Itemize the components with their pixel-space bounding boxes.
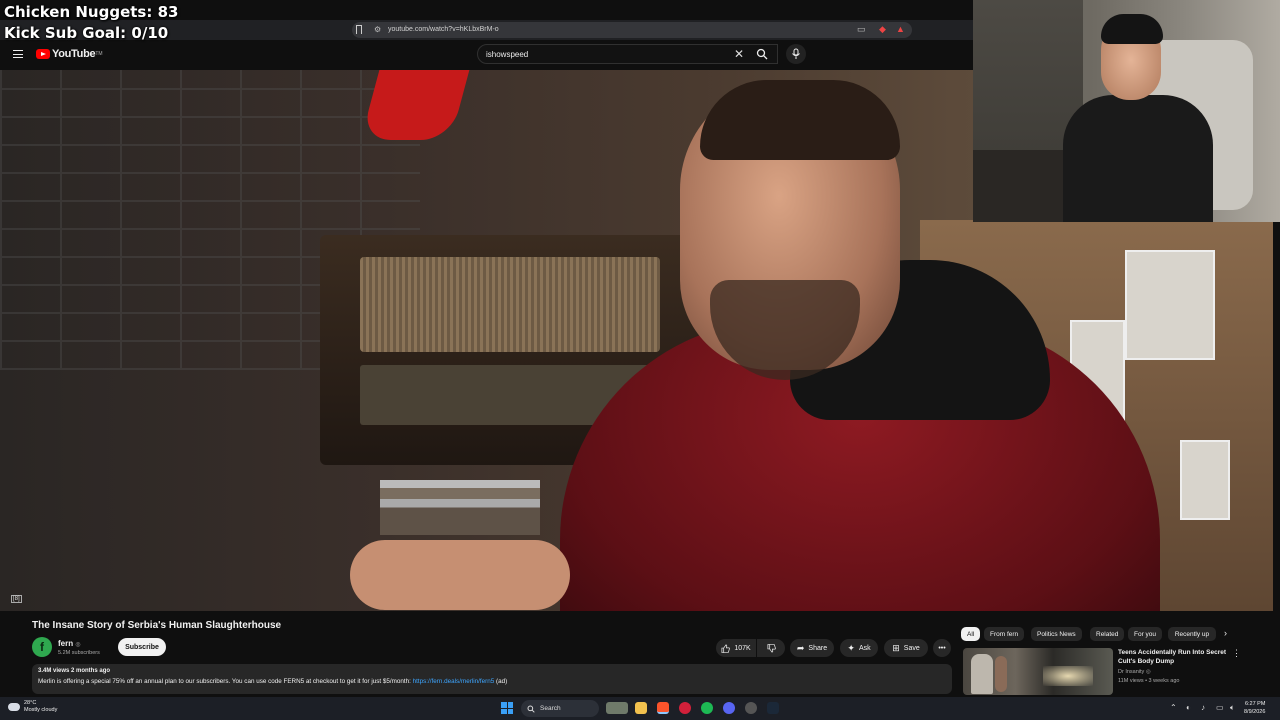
spotify-icon[interactable] xyxy=(701,702,713,714)
microphone-icon xyxy=(792,48,800,59)
video-title: The Insane Story of Serbia's Human Slaug… xyxy=(32,620,282,631)
clock-time: 6:27 PM xyxy=(1244,701,1266,707)
youtube-header: YouTube TM ishowspeed ✕ xyxy=(0,40,973,70)
dislike-button[interactable] xyxy=(757,639,785,657)
channel-name[interactable]: fern ◎ xyxy=(58,639,81,648)
search-button[interactable] xyxy=(748,44,776,64)
file-explorer-icon[interactable] xyxy=(635,702,647,714)
share-label: Share xyxy=(808,644,828,652)
network-icon[interactable]: ▭ xyxy=(1216,703,1224,712)
opera-icon[interactable] xyxy=(679,702,691,714)
stream-overlay: Chicken Nuggets: 83 Kick Sub Goal: 0/10 xyxy=(4,2,178,44)
description-box[interactable]: 3.4M views 2 months ago Merlin is offeri… xyxy=(32,664,952,694)
tray-app-icon[interactable]: ◐ xyxy=(1186,703,1191,712)
rewards-icon[interactable]: ▲ xyxy=(896,24,905,34)
address-bar[interactable]: ⚙ youtube.com/watch?v=hKLbxBrM-o xyxy=(352,22,912,38)
cast-icon[interactable]: ▭ xyxy=(857,24,866,35)
weather-widget[interactable]: 28°C Mostly cloudy xyxy=(8,700,57,714)
views-and-date: 3.4M views 2 months ago xyxy=(38,668,111,674)
site-settings-icon[interactable]: ⚙ xyxy=(374,25,381,34)
obs-icon[interactable] xyxy=(745,702,757,714)
recommendation-meta: 11M views • 3 weeks ago xyxy=(1118,678,1180,684)
kick-sub-goal: Kick Sub Goal: 0/10 xyxy=(4,24,169,42)
taskbar-search-label: Search xyxy=(540,705,561,712)
speaker-icon[interactable]: 🔈︎ xyxy=(1230,703,1235,713)
weather-temp: 28°C xyxy=(24,700,37,706)
youtube-play-icon xyxy=(36,49,50,59)
description-text: Merlin is offering a special 75% off an … xyxy=(38,678,507,685)
clear-search-icon[interactable]: ✕ xyxy=(734,47,744,61)
hamburger-menu-icon[interactable] xyxy=(13,50,23,58)
search-icon xyxy=(756,48,768,60)
chip-for-you[interactable]: For you xyxy=(1128,627,1163,641)
ask-label: Ask xyxy=(858,644,871,652)
tray-chevron-icon[interactable]: ⌃ xyxy=(1170,703,1177,712)
description-link[interactable]: https://fern.deals/merlin/fern5 xyxy=(413,678,495,685)
more-vertical-icon[interactable]: ⋮ xyxy=(1232,648,1241,659)
youtube-logo[interactable]: YouTube TM xyxy=(36,48,103,60)
video-frame-books xyxy=(380,480,540,535)
weather-desc: Mostly cloudy xyxy=(24,707,58,713)
ask-button[interactable]: ✦ Ask xyxy=(840,639,878,657)
url-text: youtube.com/watch?v=hKLbxBrM-o xyxy=(388,26,499,33)
channel-avatar[interactable]: f xyxy=(32,637,52,657)
search-icon xyxy=(527,705,535,713)
share-icon: ➦ xyxy=(796,642,805,653)
recommendation-thumbnail[interactable] xyxy=(963,648,1113,695)
video-frame-lamp xyxy=(360,70,470,140)
webcam-overlay xyxy=(973,0,1280,222)
video-badge: [8] xyxy=(11,595,22,603)
bookmark-icon[interactable] xyxy=(356,25,362,34)
windows-start-icon[interactable] xyxy=(501,702,513,714)
description-body: Merlin is offering a special 75% off an … xyxy=(38,678,413,685)
save-button[interactable]: ⊞ Save xyxy=(884,639,928,657)
save-playlist-icon: ⊞ xyxy=(892,642,900,653)
save-label: Save xyxy=(903,644,920,652)
recommendation-channel[interactable]: Dr Insanity ◎ xyxy=(1118,669,1151,675)
chip-related[interactable]: Related xyxy=(1090,627,1125,641)
brave-browser-icon[interactable] xyxy=(657,702,669,714)
taskbar-search[interactable]: Search xyxy=(521,700,599,717)
like-count: 107K xyxy=(734,644,751,652)
discord-icon[interactable] xyxy=(723,702,735,714)
youtube-wordmark: YouTube xyxy=(52,48,96,60)
widgets-icon[interactable] xyxy=(606,702,628,714)
subscriber-count: 5.2M subscribers xyxy=(58,650,100,656)
clock-date: 8/9/2026 xyxy=(1244,709,1266,715)
cloud-icon xyxy=(8,703,20,711)
more-horizontal-icon: ••• xyxy=(938,644,946,652)
chip-all[interactable]: All xyxy=(961,627,981,641)
share-button[interactable]: ➦ Share xyxy=(790,639,834,657)
like-button[interactable]: 107K xyxy=(716,639,756,657)
recommendation-title[interactable]: Teens Accidentally Run Into Secret Cult'… xyxy=(1118,648,1230,666)
chip-recently-uploaded[interactable]: Recently up xyxy=(1168,627,1216,641)
screen: Chicken Nuggets: 83 Kick Sub Goal: 0/10 … xyxy=(0,0,1280,720)
search-box[interactable]: ishowspeed ✕ xyxy=(477,44,778,64)
video-frame-hands xyxy=(350,540,570,610)
video-details: The Insane Story of Serbia's Human Slaug… xyxy=(0,611,1280,696)
chip-from-fern[interactable]: From fern xyxy=(984,627,1025,641)
more-actions-button[interactable]: ••• xyxy=(933,639,951,657)
volume-mixer-icon[interactable]: ♪ xyxy=(1201,703,1205,712)
verified-icon: ◎ xyxy=(75,642,81,648)
chip-politics-news[interactable]: Politics News xyxy=(1031,627,1082,641)
clock[interactable]: 6:27 PM 8/9/2026 xyxy=(1244,700,1265,716)
thumbs-down-icon xyxy=(767,643,776,652)
channel-name-text: fern xyxy=(58,639,74,648)
voice-search-button[interactable] xyxy=(786,44,806,64)
steam-icon[interactable] xyxy=(767,702,779,714)
search-input[interactable]: ishowspeed xyxy=(486,50,528,59)
thumbs-up-icon xyxy=(721,644,731,653)
sparkle-icon: ✦ xyxy=(847,642,855,653)
description-suffix: (ad) xyxy=(494,678,508,685)
chicken-nuggets-counter: Chicken Nuggets: 83 xyxy=(4,3,179,21)
subscribe-button[interactable]: Subscribe xyxy=(118,638,166,656)
chevron-right-icon[interactable]: › xyxy=(1224,628,1227,638)
windows-taskbar: 28°C Mostly cloudy Search ⌃ ◐ ♪ ▭ 🔈︎ 6:2… xyxy=(0,697,1280,720)
brave-shield-icon[interactable]: ◆ xyxy=(879,24,886,35)
youtube-trademark: TM xyxy=(95,51,103,57)
